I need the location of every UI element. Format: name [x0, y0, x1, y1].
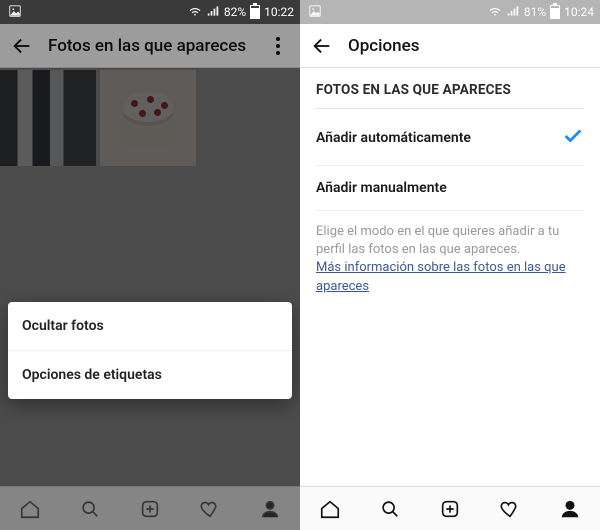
battery-percent: 81%	[524, 5, 546, 19]
battery-icon	[250, 5, 260, 19]
page-title: Opciones	[348, 36, 590, 56]
hide-photos-option[interactable]: Ocultar fotos	[8, 302, 292, 350]
overflow-menu-icon[interactable]	[266, 34, 290, 58]
signal-icon	[506, 4, 520, 21]
checkmark-icon	[562, 125, 584, 151]
modal-backdrop[interactable]	[0, 68, 300, 486]
app-bar: Fotos en las que apareces	[0, 24, 300, 68]
right-screen: 81% 10:24 Opciones FOTOS EN LAS QUE APAR…	[300, 0, 600, 530]
profile-icon[interactable]	[558, 497, 582, 521]
status-time: 10:22	[264, 5, 294, 19]
back-icon[interactable]	[10, 34, 34, 58]
signal-icon	[206, 4, 220, 21]
action-sheet: Ocultar fotos Opciones de etiquetas	[8, 302, 292, 399]
status-bar: 81% 10:24	[300, 0, 600, 24]
home-icon[interactable]	[318, 497, 342, 521]
section-header: FOTOS EN LAS QUE APARECES	[316, 82, 584, 109]
option-add-automatically[interactable]: Añadir automáticamente	[316, 111, 584, 166]
page-body: FOTOS EN LAS QUE APARECES Añadir automát…	[300, 68, 600, 486]
search-icon[interactable]	[378, 497, 402, 521]
option-add-manually[interactable]: Añadir manualmente	[316, 166, 584, 211]
page-title: Fotos en las que apareces	[48, 36, 252, 56]
add-post-icon[interactable]	[138, 497, 162, 521]
page-body: Ocultar fotos Opciones de etiquetas	[0, 68, 300, 486]
left-screen: 82% 10:22 Fotos en las que apareces	[0, 0, 300, 530]
option-label: Añadir automáticamente	[316, 130, 471, 146]
back-icon[interactable]	[310, 34, 334, 58]
picture-icon	[308, 4, 322, 21]
bottom-nav	[300, 486, 600, 530]
app-bar: Opciones	[300, 24, 600, 68]
learn-more-link[interactable]: Más información sobre las fotos en las q…	[316, 260, 566, 293]
activity-icon[interactable]	[198, 497, 222, 521]
wifi-icon	[488, 4, 502, 21]
tag-options-option[interactable]: Opciones de etiquetas	[8, 351, 292, 399]
battery-percent: 82%	[224, 5, 246, 19]
activity-icon[interactable]	[498, 497, 522, 521]
picture-icon	[8, 4, 22, 21]
profile-icon[interactable]	[258, 497, 282, 521]
search-icon[interactable]	[78, 497, 102, 521]
add-post-icon[interactable]	[438, 497, 462, 521]
bottom-nav	[0, 486, 300, 530]
battery-icon	[550, 5, 560, 19]
status-time: 10:24	[564, 5, 594, 19]
home-icon[interactable]	[18, 497, 42, 521]
status-bar: 82% 10:22	[0, 0, 300, 24]
wifi-icon	[188, 4, 202, 21]
option-label: Añadir manualmente	[316, 180, 447, 196]
help-text: Elige el modo en el que quieres añadir a…	[316, 211, 584, 296]
